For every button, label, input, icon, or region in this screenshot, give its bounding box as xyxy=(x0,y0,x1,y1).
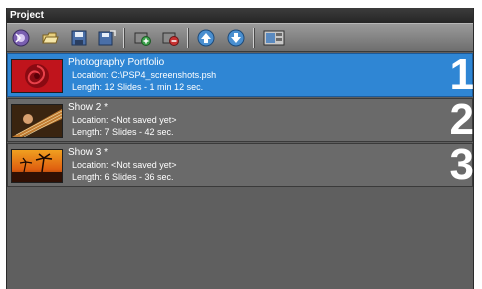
show-name: Photography Portfolio xyxy=(68,57,165,68)
show-row-1[interactable]: Photography Portfolio Location: C:\PSP4_… xyxy=(7,50,474,99)
panel-title: Project xyxy=(7,8,473,23)
show-properties-icon[interactable] xyxy=(263,28,285,48)
show-length: Length: 7 Slides - 42 sec. xyxy=(72,127,174,137)
show-name: Show 3 * xyxy=(68,147,109,158)
move-up-icon[interactable] xyxy=(196,28,216,48)
open-project-icon[interactable] xyxy=(40,28,60,48)
show-number: 1 xyxy=(449,50,474,99)
show-location: Location: <Not saved yet> xyxy=(72,160,177,170)
remove-show-icon[interactable] xyxy=(160,28,180,48)
show-length: Length: 6 Slides - 36 sec. xyxy=(72,172,174,182)
save-as-icon[interactable] xyxy=(97,28,117,48)
show-number: 2 xyxy=(449,95,474,144)
show-info: Show 3 * Location: <Not saved yet> Lengt… xyxy=(68,147,177,183)
add-show-icon[interactable] xyxy=(132,28,152,48)
show-location: Location: C:\PSP4_screenshots.psh xyxy=(72,70,217,80)
show-thumbnail-guitar xyxy=(11,104,63,138)
show-name: Show 2 * xyxy=(68,102,109,113)
show-info: Photography Portfolio Location: C:\PSP4_… xyxy=(68,57,216,93)
show-length: Length: 12 Slides - 1 min 12 sec. xyxy=(72,82,204,92)
save-icon[interactable] xyxy=(69,28,89,48)
show-thumbnail-rose xyxy=(11,59,63,93)
show-thumbnail-sunset xyxy=(11,149,63,183)
show-location: Location: <Not saved yet> xyxy=(72,115,177,125)
toolbar xyxy=(7,23,473,52)
new-project-icon[interactable] xyxy=(11,28,31,48)
show-info: Show 2 * Location: <Not saved yet> Lengt… xyxy=(68,102,177,138)
show-number: 3 xyxy=(449,140,474,189)
show-row-2[interactable]: Show 2 * Location: <Not saved yet> Lengt… xyxy=(7,95,474,144)
project-panel: Project Photography Portfolio Location: … xyxy=(6,8,474,289)
move-down-icon[interactable] xyxy=(226,28,246,48)
show-row-3[interactable]: Show 3 * Location: <Not saved yet> Lengt… xyxy=(7,140,474,189)
